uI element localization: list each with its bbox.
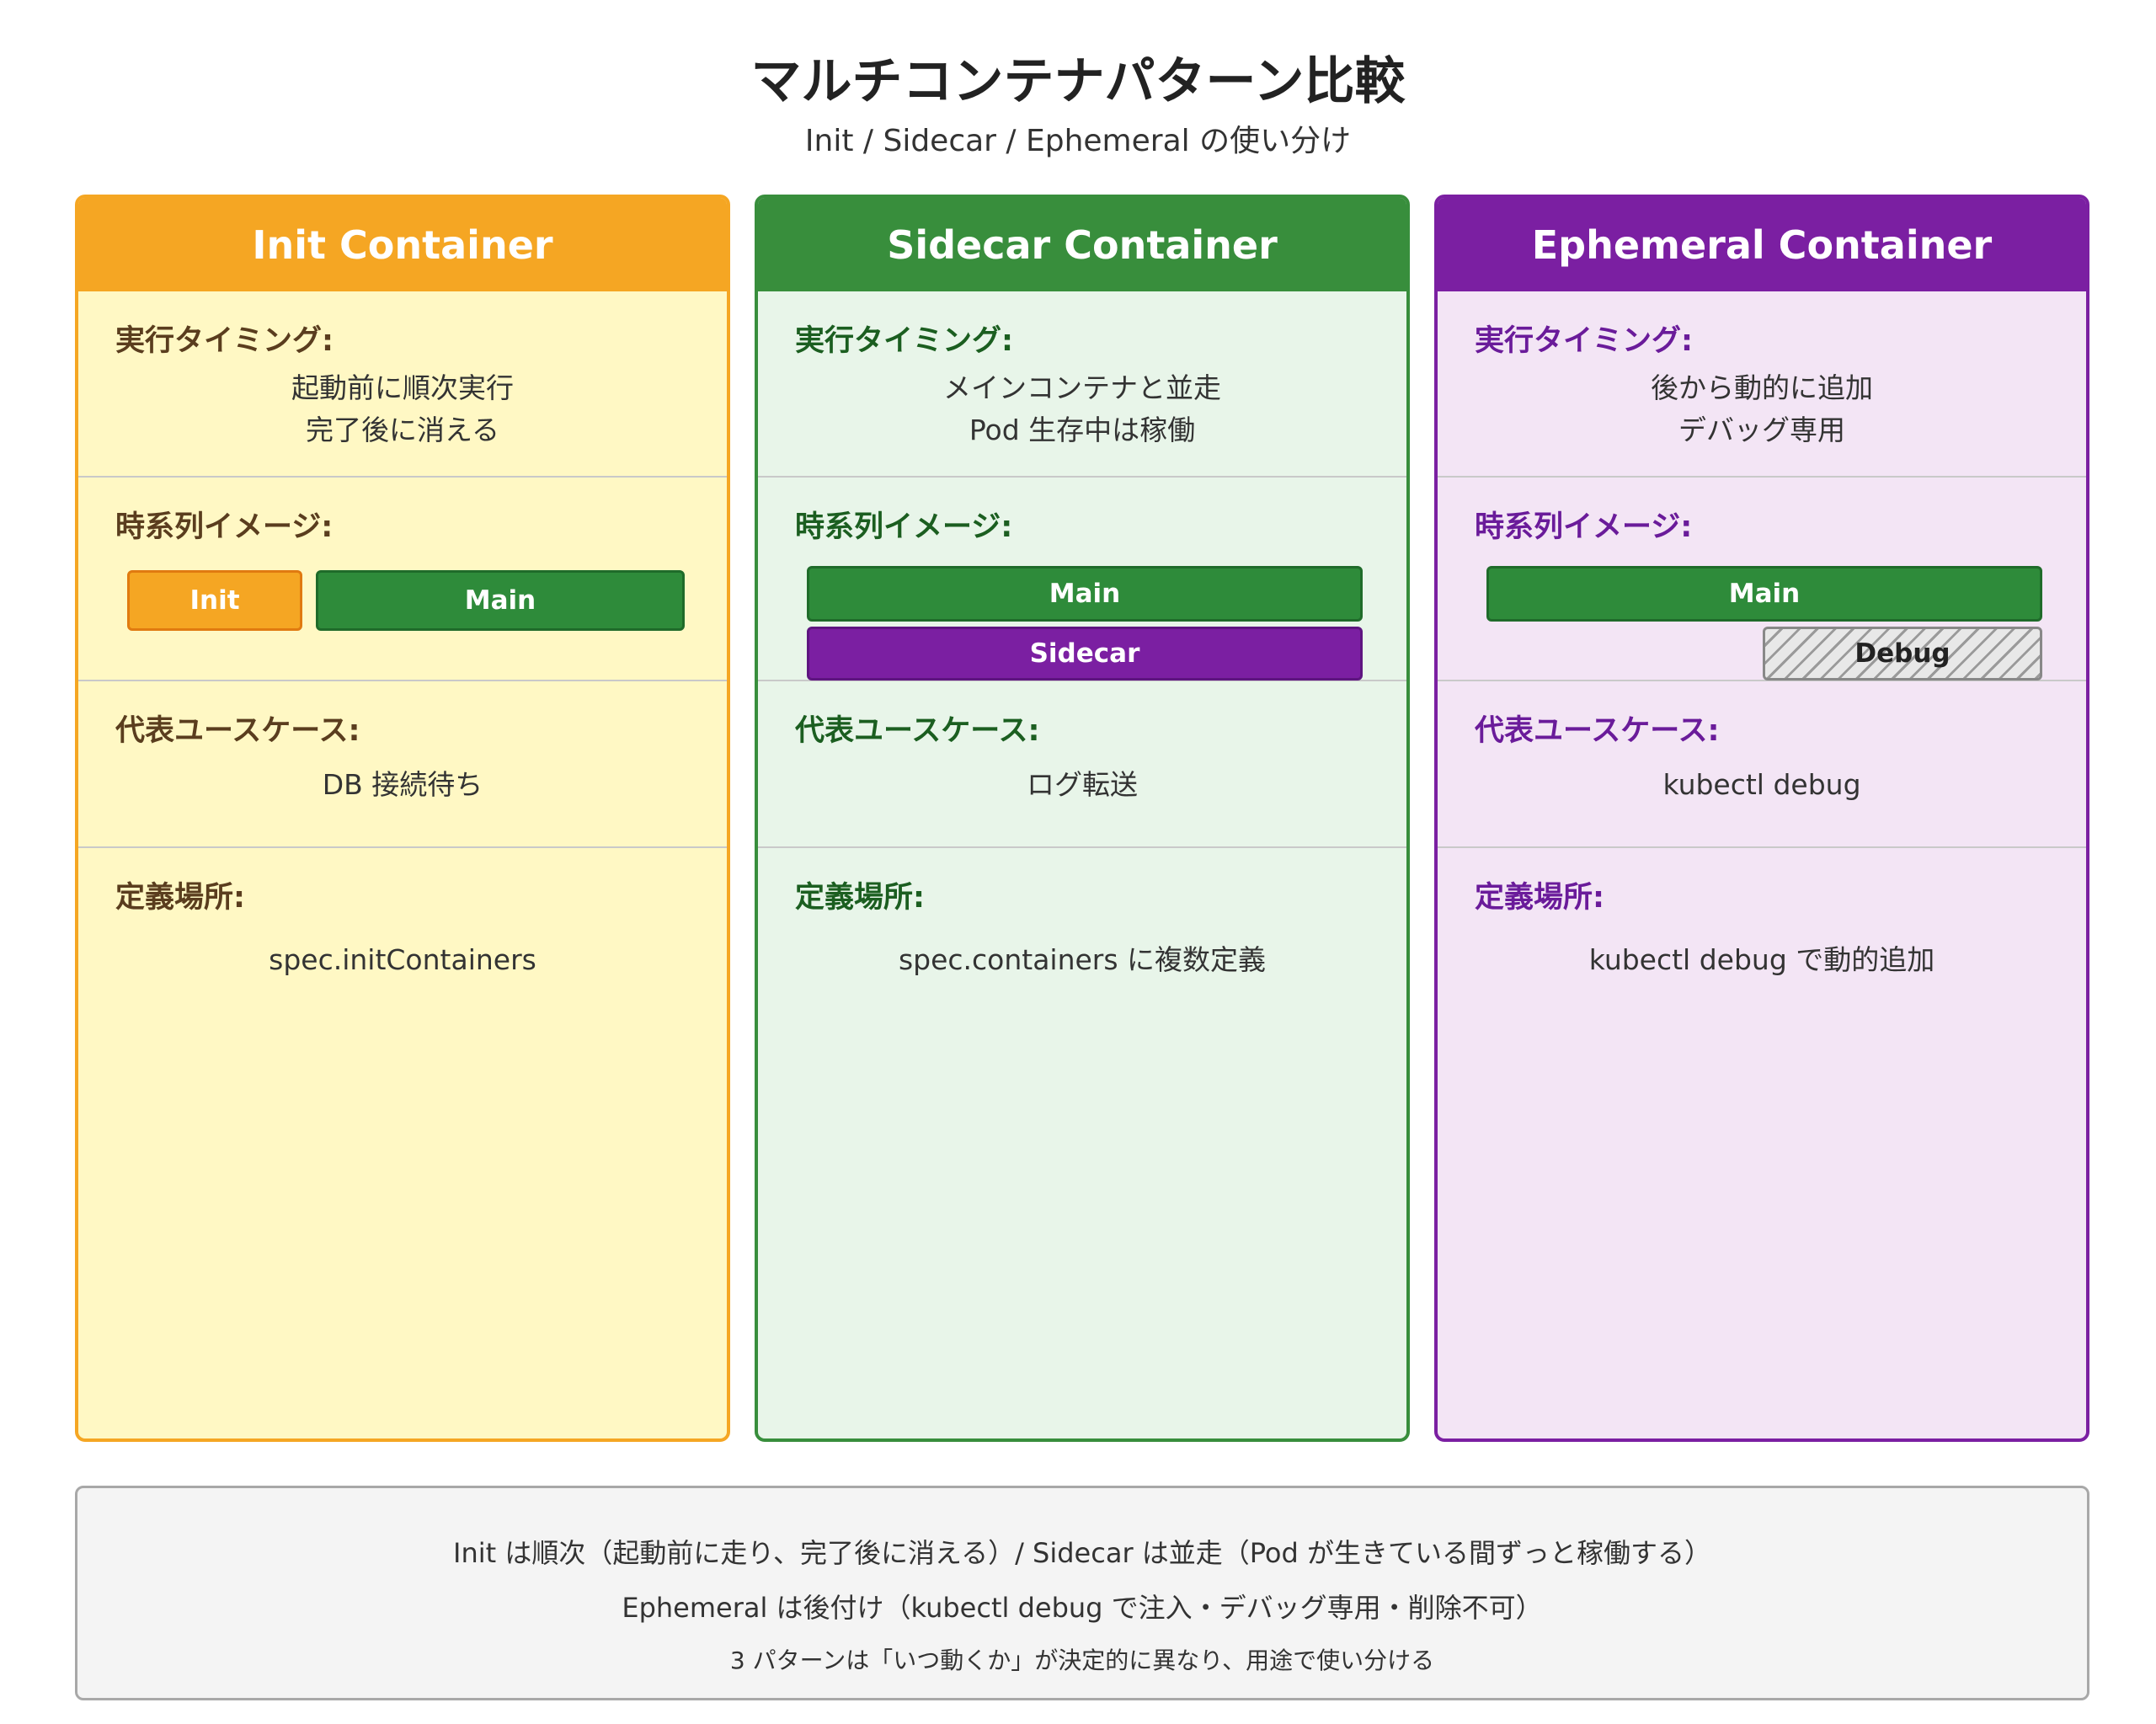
definition-text: spec.initContainers xyxy=(269,943,536,976)
timing-line: 完了後に消える xyxy=(305,414,499,446)
timeline-label: 時系列イメージ: xyxy=(795,510,1013,544)
timing-line: メインコンテナと並走 xyxy=(943,371,1221,404)
timeline-label: 時系列イメージ: xyxy=(1475,510,1693,544)
timing-text: 起動前に順次実行 完了後に消える xyxy=(78,367,727,451)
timeline-bar-sidecar: Sidecar xyxy=(807,627,1363,681)
usecase-section: 代表ユースケース: ログ転送 xyxy=(758,681,1406,848)
timeline-bar-debug: Debug xyxy=(1763,627,2042,681)
usecase-text: ログ転送 xyxy=(1027,768,1138,801)
summary-note: Init は順次（起動前に走り、完了後に消える）/ Sidecar は並走（Po… xyxy=(75,1486,2089,1700)
definition-label: 定義場所: xyxy=(115,881,245,915)
timing-section: 実行タイミング: メインコンテナと並走 Pod 生存中は稼働 xyxy=(758,291,1406,478)
timeline-bar-main: Main xyxy=(1486,566,2042,622)
timeline-section: 時系列イメージ: Main Sidecar xyxy=(758,478,1406,681)
usecase-label: 代表ユースケース: xyxy=(795,714,1040,748)
timeline-section: 時系列イメージ: Main Debug xyxy=(1438,478,2086,681)
definition-label: 定義場所: xyxy=(1475,881,1604,915)
card-header: Ephemeral Container xyxy=(1438,198,2086,291)
definition-section: 定義場所: spec.initContainers xyxy=(78,848,727,1438)
usecase-section: 代表ユースケース: kubectl debug xyxy=(1438,681,2086,848)
timeline-bar-main: Main xyxy=(807,566,1363,622)
definition-label: 定義場所: xyxy=(795,881,925,915)
timing-line: 後から動的に追加 xyxy=(1651,371,1873,404)
timing-text: メインコンテナと並走 Pod 生存中は稼働 xyxy=(758,367,1406,451)
definition-text: kubectl debug で動的追加 xyxy=(1588,943,1935,976)
usecase-label: 代表ユースケース: xyxy=(115,714,360,748)
card-header: Init Container xyxy=(78,198,727,291)
timing-label: 実行タイミング: xyxy=(1475,324,1693,358)
timing-line: Pod 生存中は稼働 xyxy=(969,414,1196,446)
usecase-section: 代表ユースケース: DB 接続待ち xyxy=(78,681,727,848)
timing-label: 実行タイミング: xyxy=(795,324,1013,358)
card-title: Sidecar Container xyxy=(887,222,1278,268)
card-header: Sidecar Container xyxy=(758,198,1406,291)
definition-section: 定義場所: kubectl debug で動的追加 xyxy=(1438,848,2086,1438)
timeline-section: 時系列イメージ: Init Main xyxy=(78,478,727,681)
timing-section: 実行タイミング: 起動前に順次実行 完了後に消える xyxy=(78,291,727,478)
timing-text: 後から動的に追加 デバッグ専用 xyxy=(1438,367,2086,451)
timeline-label: 時系列イメージ: xyxy=(115,510,334,544)
init-container-card: Init Container 実行タイミング: 起動前に順次実行 完了後に消える… xyxy=(75,195,730,1442)
sidecar-container-card: Sidecar Container 実行タイミング: メインコンテナと並走 Po… xyxy=(755,195,1410,1442)
card-title: Ephemeral Container xyxy=(1531,222,1993,268)
definition-section: 定義場所: spec.containers に複数定義 xyxy=(758,848,1406,1438)
page-title: マルチコンテナパターン比較 xyxy=(750,52,1406,111)
card-title: Init Container xyxy=(252,222,553,268)
timeline-bar-main: Main xyxy=(316,570,685,631)
timeline-bar-init: Init xyxy=(127,570,302,631)
usecase-label: 代表ユースケース: xyxy=(1475,714,1720,748)
usecase-text: kubectl debug xyxy=(1662,768,1861,801)
definition-text: spec.containers に複数定義 xyxy=(898,943,1267,976)
summary-line: Init は順次（起動前に走り、完了後に消える）/ Sidecar は並走（Po… xyxy=(453,1537,1711,1569)
timing-label: 実行タイミング: xyxy=(115,324,334,358)
ephemeral-container-card: Ephemeral Container 実行タイミング: 後から動的に追加 デバ… xyxy=(1434,195,2089,1442)
timing-line: デバッグ専用 xyxy=(1678,414,1845,446)
page-subtitle: Init / Sidecar / Ephemeral の使い分け xyxy=(804,124,1352,158)
timing-line: 起動前に順次実行 xyxy=(291,371,514,404)
timing-section: 実行タイミング: 後から動的に追加 デバッグ専用 xyxy=(1438,291,2086,478)
usecase-text: DB 接続待ち xyxy=(322,768,483,801)
summary-line: Ephemeral は後付け（kubectl debug で注入・デバッグ専用・… xyxy=(622,1592,1543,1624)
summary-line: 3 パターンは「いつ動くか」が決定的に異なり、用途で使い分ける xyxy=(729,1647,1435,1674)
